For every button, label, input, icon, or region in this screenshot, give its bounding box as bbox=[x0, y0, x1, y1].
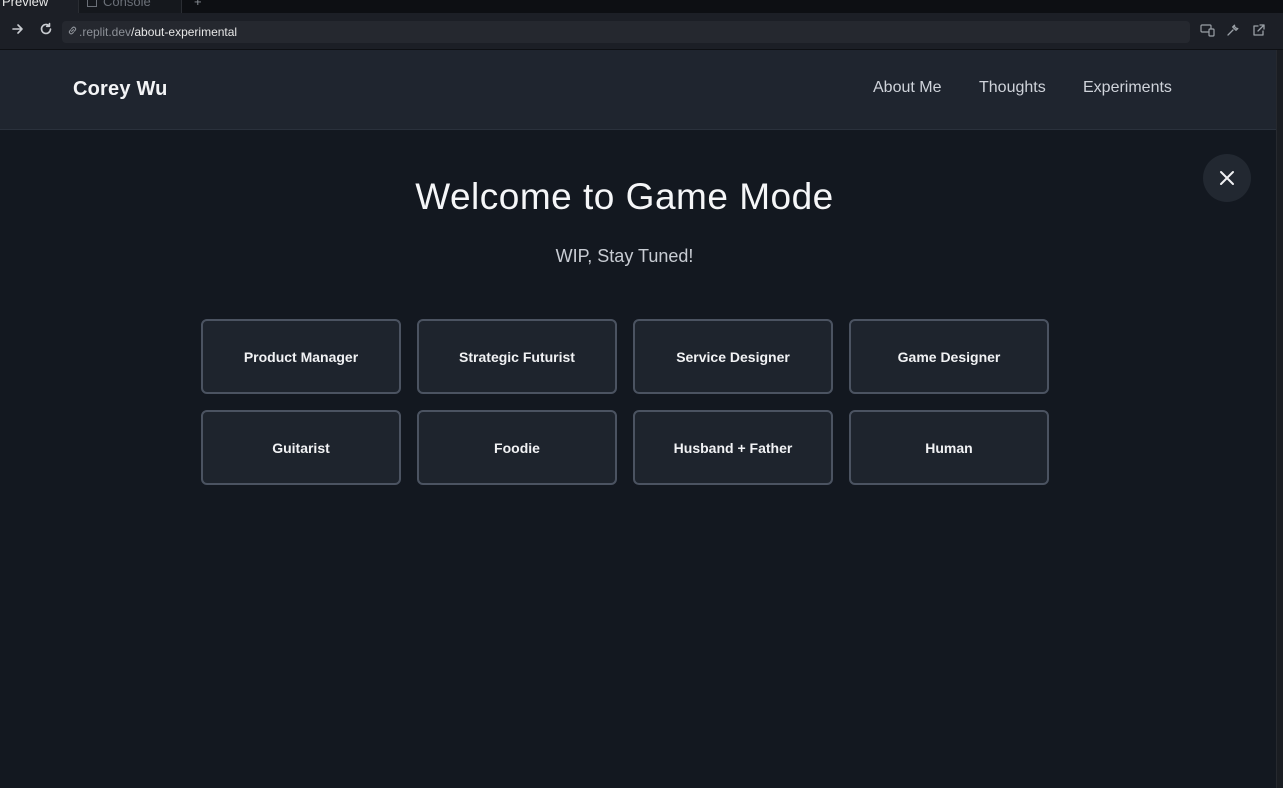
url-path: /about-experimental bbox=[131, 25, 238, 39]
role-card-product-manager[interactable]: Product Manager bbox=[201, 319, 401, 394]
role-card-foodie[interactable]: Foodie bbox=[417, 410, 617, 485]
arrow-right-icon[interactable] bbox=[9, 22, 27, 40]
tab-console[interactable]: Console bbox=[78, 0, 182, 13]
address-bar-row: .replit.dev/about-experimental bbox=[0, 13, 1283, 50]
page-title: Welcome to Game Mode bbox=[415, 176, 834, 217]
role-card-service-designer[interactable]: Service Designer bbox=[633, 319, 833, 394]
role-card-strategic-futurist[interactable]: Strategic Futurist bbox=[417, 319, 617, 394]
console-icon bbox=[87, 0, 97, 7]
url-domain: .replit.dev bbox=[79, 25, 132, 39]
role-card-husband-father[interactable]: Husband + Father bbox=[633, 410, 833, 485]
reload-icon[interactable] bbox=[37, 22, 55, 40]
browser-tab-strip: Preview Console + bbox=[0, 0, 1283, 13]
site-header: Corey Wu About Me Thoughts Experiments bbox=[0, 50, 1276, 130]
role-card-human[interactable]: Human bbox=[849, 410, 1049, 485]
tab-preview[interactable]: Preview bbox=[0, 0, 78, 13]
nav-experiments[interactable]: Experiments bbox=[1083, 79, 1172, 97]
url-field[interactable]: .replit.dev/about-experimental bbox=[62, 21, 1190, 43]
brand-logo[interactable]: Corey Wu bbox=[73, 78, 168, 101]
role-grid: Product Manager Strategic Futurist Servi… bbox=[201, 319, 1049, 485]
add-tab-button[interactable]: + bbox=[194, 0, 204, 13]
link-icon bbox=[67, 22, 79, 44]
page-subtitle: WIP, Stay Tuned! bbox=[555, 246, 694, 266]
external-link-icon[interactable] bbox=[1251, 23, 1267, 39]
role-card-guitarist[interactable]: Guitarist bbox=[201, 410, 401, 485]
devices-icon[interactable] bbox=[1199, 23, 1215, 39]
tab-preview-label: Preview bbox=[2, 0, 49, 9]
tab-console-label: Console bbox=[103, 0, 151, 9]
nav-about-me[interactable]: About Me bbox=[873, 79, 941, 97]
nav-thoughts[interactable]: Thoughts bbox=[979, 79, 1046, 97]
wrench-icon[interactable] bbox=[1225, 23, 1241, 39]
role-card-game-designer[interactable]: Game Designer bbox=[849, 319, 1049, 394]
page-scrollbar[interactable] bbox=[1276, 50, 1283, 788]
site-viewport: Corey Wu About Me Thoughts Experiments W… bbox=[0, 50, 1276, 788]
